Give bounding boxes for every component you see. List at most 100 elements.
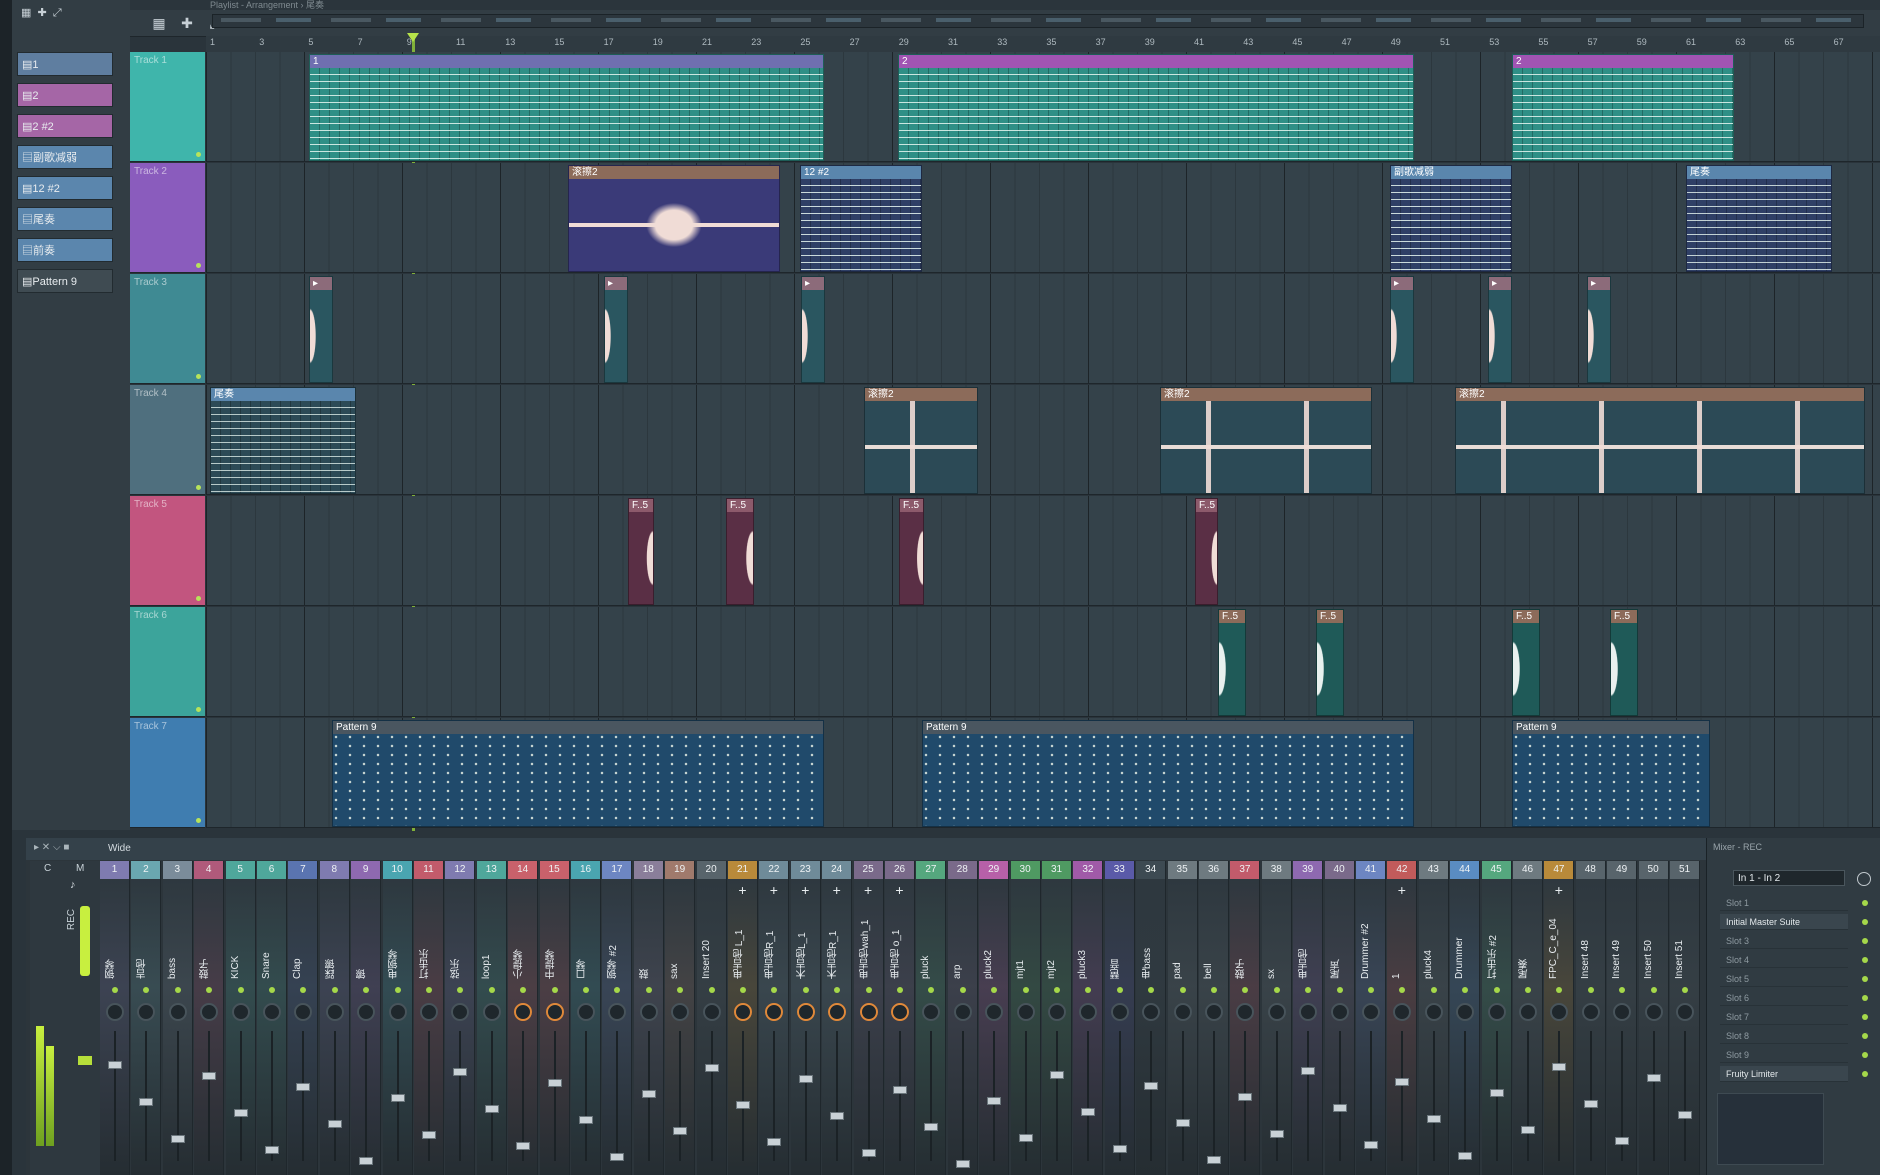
insert-enable-led[interactable] xyxy=(1430,987,1437,993)
volume-fader[interactable] xyxy=(1175,1119,1190,1127)
track-active-led[interactable] xyxy=(196,485,201,490)
pan-knob[interactable] xyxy=(294,1003,313,1021)
track-lane[interactable] xyxy=(206,496,1880,606)
fx-slot-empty[interactable]: Slot 9 xyxy=(1720,1047,1868,1063)
mixer-insert[interactable]: 10 电钢琴 xyxy=(382,861,413,1175)
pan-knob[interactable] xyxy=(388,1003,407,1021)
mixer-insert[interactable]: 5 KICK xyxy=(225,861,256,1175)
arrangement-overview-scrollbar[interactable] xyxy=(212,14,1864,28)
volume-fader[interactable] xyxy=(610,1153,625,1161)
mixer-insert[interactable]: 8 踩镲 xyxy=(319,861,350,1175)
track-active-led[interactable] xyxy=(196,818,201,823)
volume-fader[interactable] xyxy=(924,1123,939,1131)
insert-enable-led[interactable] xyxy=(237,987,244,993)
pan-knob[interactable] xyxy=(1236,1003,1255,1021)
slot-enable-led[interactable] xyxy=(1862,900,1868,906)
volume-fader[interactable] xyxy=(170,1135,185,1143)
insert-enable-led[interactable] xyxy=(1242,987,1249,993)
insert-enable-led[interactable] xyxy=(269,987,275,993)
add-send-icon[interactable]: + xyxy=(1544,882,1573,898)
fx-slot-empty[interactable]: Slot 4 xyxy=(1720,952,1868,968)
mixer-insert[interactable]: 26 电吉他 o_1 + xyxy=(885,861,915,1175)
pan-knob[interactable] xyxy=(420,1003,438,1021)
pan-knob[interactable] xyxy=(514,1003,533,1021)
insert-enable-led[interactable] xyxy=(1054,987,1060,993)
volume-fader[interactable] xyxy=(1646,1074,1661,1082)
mixer-insert[interactable]: 41 Drummer #2 xyxy=(1356,861,1386,1175)
mixer-insert[interactable]: 12 弦乐 xyxy=(445,861,476,1175)
timeline-ruler[interactable]: 1 3 5 7 9 11 13 15 17 19 21 23 25 27 29 31 33 35 37 39 41 43 4… xyxy=(206,36,1880,53)
pan-knob[interactable] xyxy=(325,1003,344,1021)
pan-knob[interactable] xyxy=(639,1003,658,1021)
mixer-view-mode[interactable]: Wide xyxy=(108,843,131,854)
mixer-insert[interactable]: 9镲 xyxy=(351,861,382,1175)
volume-fader[interactable] xyxy=(987,1097,1002,1105)
insert-enable-led[interactable] xyxy=(708,987,715,993)
pattern-clip[interactable]: 2 xyxy=(898,54,1414,161)
pan-knob[interactable] xyxy=(671,1003,690,1021)
mixer-insert[interactable]: 19 sax xyxy=(665,861,696,1175)
picker-pattern-7[interactable]: ▤前奏 xyxy=(17,238,113,262)
mixer-insert[interactable]: 2 吉他 xyxy=(131,861,162,1175)
insert-enable-led[interactable] xyxy=(1556,987,1563,993)
pattern-clip[interactable]: Pattern 9 xyxy=(332,720,824,827)
insert-enable-led[interactable] xyxy=(457,987,464,993)
insert-enable-led[interactable] xyxy=(1368,987,1374,993)
track-header[interactable]: Track 7 xyxy=(130,718,205,828)
mixer-insert[interactable]: 15 中提琴 xyxy=(539,861,570,1175)
insert-enable-led[interactable] xyxy=(1022,987,1029,993)
volume-fader[interactable] xyxy=(516,1142,531,1150)
picker-pattern-1[interactable]: ▤1 xyxy=(17,52,113,76)
insert-enable-led[interactable] xyxy=(1148,987,1155,993)
insert-enable-led[interactable] xyxy=(645,987,652,993)
insert-enable-led[interactable] xyxy=(1211,987,1217,993)
mixer-insert[interactable]: 22 电吉他R_1 + xyxy=(759,861,790,1175)
add-send-icon[interactable]: + xyxy=(885,882,914,898)
mixer-insert[interactable]: 20 Insert 20 xyxy=(696,861,727,1175)
slot-enable-led[interactable] xyxy=(1862,1033,1868,1039)
insert-enable-led[interactable] xyxy=(834,987,841,993)
volume-fader[interactable] xyxy=(579,1116,593,1124)
mixer-insert[interactable]: 21 电吉他 L_1 + xyxy=(728,861,758,1175)
slot-enable-led[interactable] xyxy=(1862,919,1868,925)
volume-fader[interactable] xyxy=(453,1068,468,1076)
track-header[interactable]: Track 1 xyxy=(130,52,205,162)
insert-enable-led[interactable] xyxy=(897,987,903,993)
volume-fader[interactable] xyxy=(1521,1126,1535,1134)
insert-enable-led[interactable] xyxy=(614,987,621,993)
track-header[interactable]: Track 6 xyxy=(130,607,205,717)
slot-enable-led[interactable] xyxy=(1862,1052,1868,1058)
insert-enable-led[interactable] xyxy=(112,987,118,993)
volume-fader[interactable] xyxy=(893,1086,907,1094)
insert-enable-led[interactable] xyxy=(1085,987,1092,993)
pan-knob[interactable] xyxy=(482,1003,501,1021)
pattern-clip[interactable]: 2 xyxy=(1512,54,1734,161)
volume-fader[interactable] xyxy=(1207,1156,1221,1164)
mixer-insert[interactable]: 11 打击乐 xyxy=(414,861,444,1175)
pan-knob[interactable] xyxy=(106,1003,124,1021)
pan-knob[interactable] xyxy=(263,1003,281,1021)
volume-fader[interactable] xyxy=(1238,1093,1253,1101)
volume-fader[interactable] xyxy=(233,1109,248,1117)
mixer-insert[interactable]: 18 鼓 xyxy=(633,861,664,1175)
fx-slot-empty[interactable]: Slot 5 xyxy=(1720,971,1868,987)
audio-clip[interactable]: F..5 xyxy=(1218,609,1246,716)
mixer-insert[interactable]: 29 pluck2 xyxy=(979,861,1010,1175)
volume-fader[interactable] xyxy=(736,1101,750,1109)
insert-enable-led[interactable] xyxy=(206,987,213,993)
volume-fader[interactable] xyxy=(1112,1145,1127,1153)
pan-knob[interactable] xyxy=(1110,1003,1129,1021)
track-header[interactable]: Track 4 xyxy=(130,385,205,495)
fx-slot-empty[interactable]: Slot 1 xyxy=(1720,895,1868,911)
fx-slot-plugin[interactable]: Fruity Limiter xyxy=(1720,1066,1868,1082)
picker-pattern-3[interactable]: ▤2 #2 xyxy=(17,114,113,138)
track-lane[interactable] xyxy=(206,274,1880,384)
pan-knob[interactable] xyxy=(1676,1003,1694,1021)
slot-enable-led[interactable] xyxy=(1862,938,1868,944)
volume-fader[interactable] xyxy=(1018,1134,1033,1142)
insert-enable-led[interactable] xyxy=(1619,987,1626,993)
insert-enable-led[interactable] xyxy=(488,987,495,993)
audio-clip[interactable]: 滚擦2 xyxy=(568,165,780,272)
pan-knob[interactable] xyxy=(1581,1003,1600,1021)
audio-clip[interactable]: 滚擦2 xyxy=(1160,387,1372,494)
